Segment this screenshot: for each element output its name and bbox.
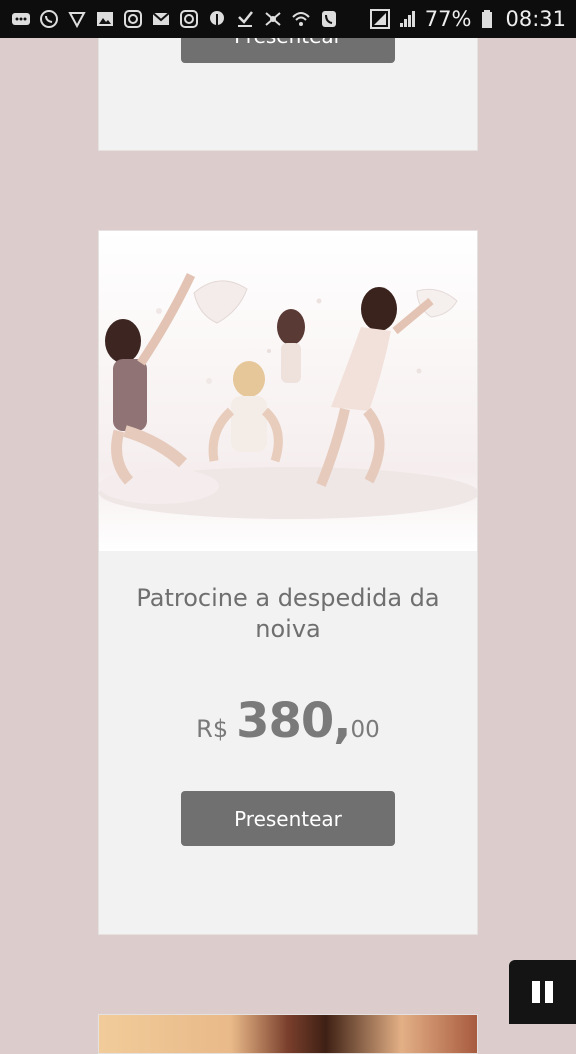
instagram-icon xyxy=(178,9,200,29)
battery-percent: 77% xyxy=(424,7,472,31)
whatsapp-icon xyxy=(38,9,60,29)
price-decimal: 00 xyxy=(350,717,380,743)
gift-title: Patrocine a despedida da noiva xyxy=(136,584,440,643)
chat-bubble-icon xyxy=(10,9,32,29)
dots-icon xyxy=(262,9,284,29)
image-icon xyxy=(94,9,116,29)
notification-icons xyxy=(10,9,340,29)
signal-icon xyxy=(369,9,391,29)
status-bar: 77% 08:31 xyxy=(0,0,576,38)
signal-bars-icon xyxy=(397,9,419,29)
price-currency: R$ xyxy=(196,715,229,743)
heart-app-icon xyxy=(66,9,88,29)
pause-button[interactable] xyxy=(509,960,576,1024)
download-icon xyxy=(234,9,256,29)
pause-icon-bar xyxy=(532,981,540,1003)
mail-icon xyxy=(150,9,172,29)
price-integer: 380, xyxy=(236,693,351,749)
gift-price: R$ 380, 00 xyxy=(99,693,477,749)
presentear-button[interactable]: Presentear xyxy=(181,791,395,846)
pause-icon-bar xyxy=(545,981,553,1003)
battery-icon xyxy=(477,9,499,29)
instagram-icon xyxy=(122,9,144,29)
wifi-calling-icon xyxy=(290,9,312,29)
clock: 08:31 xyxy=(505,7,566,31)
next-gift-photo xyxy=(99,1015,477,1053)
phone-icon xyxy=(318,9,340,29)
pinterest-icon xyxy=(206,9,228,29)
gift-card-next xyxy=(98,1014,478,1054)
bachelorette-party-photo xyxy=(99,231,477,551)
system-status: 77% 08:31 xyxy=(369,7,566,31)
gift-card: Patrocine a despedida da noiva R$ 380, 0… xyxy=(98,230,478,935)
